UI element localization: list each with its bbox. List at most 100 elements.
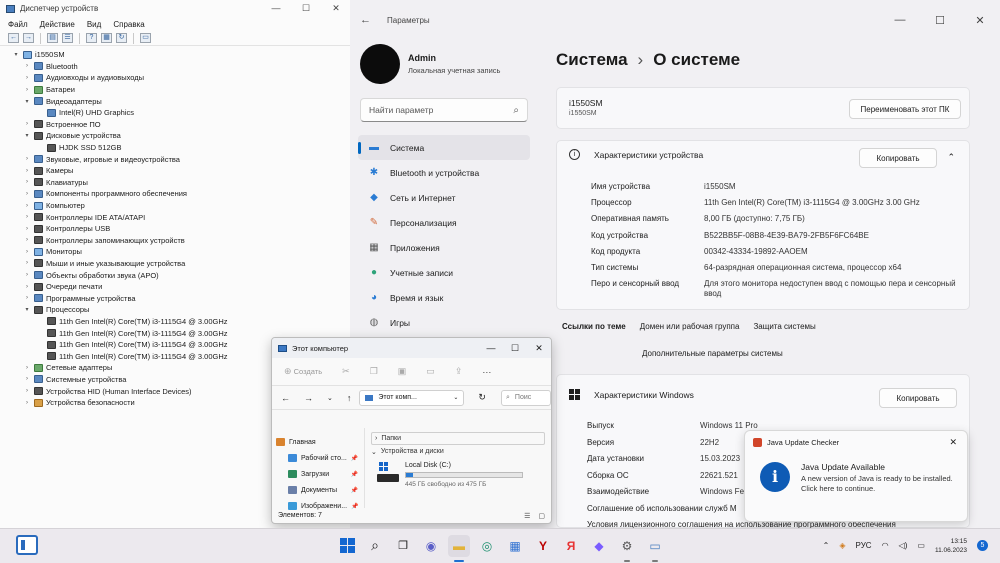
- forward-arrow-icon[interactable]: →: [23, 33, 34, 43]
- nav-item[interactable]: ✱ Bluetooth и устройства: [358, 160, 530, 185]
- device-tree-item[interactable]: ▾ Процессоры: [12, 304, 351, 316]
- minimize-button[interactable]: —: [880, 14, 920, 27]
- device-tree-item[interactable]: ▾ Видеоадаптеры: [12, 95, 351, 107]
- expand-right-icon[interactable]: ›: [23, 295, 31, 301]
- device-list-icon[interactable]: ▦: [101, 33, 112, 43]
- details-view-icon[interactable]: ☰: [524, 512, 530, 520]
- cut-icon[interactable]: ✂: [342, 366, 350, 377]
- nav-item[interactable]: ◕ Время и язык: [358, 285, 530, 310]
- more-options-icon[interactable]: ···: [482, 367, 491, 377]
- chevron-up-icon[interactable]: ⌃: [947, 152, 955, 163]
- edge-browser-icon[interactable]: ◎: [476, 535, 498, 557]
- device-tree-item[interactable]: › Мониторы: [12, 246, 351, 258]
- expand-down-icon[interactable]: ▾: [23, 306, 31, 313]
- close-icon[interactable]: ✕: [949, 437, 957, 448]
- menu-action[interactable]: Действие: [40, 20, 75, 29]
- pin-icon[interactable]: 📌: [351, 455, 358, 462]
- copy-specs-button[interactable]: Копировать: [859, 148, 937, 168]
- expand-right-icon[interactable]: ›: [23, 214, 31, 220]
- windows-specs-header[interactable]: Характеристики Windows: [594, 390, 694, 400]
- expand-right-icon[interactable]: ›: [23, 249, 31, 255]
- sidebar-item[interactable]: Главная: [272, 434, 364, 450]
- device-tree-item[interactable]: 11th Gen Intel(R) Core(TM) i3-1115G4 @ 3…: [12, 316, 351, 328]
- settings-search-input[interactable]: Найти параметр ⌕: [360, 98, 528, 122]
- close-button[interactable]: ✕: [321, 3, 351, 14]
- search-icon[interactable]: ⌕: [364, 535, 386, 557]
- device-specs-header[interactable]: Характеристики устройства: [594, 150, 703, 160]
- refresh-icon[interactable]: ↻: [478, 392, 486, 403]
- widgets-icon[interactable]: [16, 535, 38, 555]
- explorer-search-input[interactable]: ⌕ Поис: [501, 389, 551, 406]
- system-protection-link[interactable]: Защита системы: [753, 322, 815, 331]
- device-tree-item[interactable]: › Объекты обработки звука (APO): [12, 269, 351, 281]
- device-tree-item[interactable]: › Контроллеры USB: [12, 223, 351, 235]
- chevron-down-icon[interactable]: ⌄: [453, 394, 458, 401]
- minimize-button[interactable]: —: [261, 3, 291, 14]
- expand-right-icon[interactable]: ›: [23, 121, 31, 127]
- sidebar-item[interactable]: Загрузки 📌: [272, 466, 364, 482]
- maximize-button[interactable]: ☐: [503, 343, 527, 354]
- device-tree-item[interactable]: HJDK SSD 512GB: [12, 142, 351, 154]
- back-arrow-icon[interactable]: ←: [360, 14, 371, 26]
- language-indicator[interactable]: РУС: [856, 541, 872, 550]
- local-disk-tile[interactable]: Local Disk (C:) 445 ГБ свободно из 475 Г…: [377, 462, 545, 488]
- forward-arrow-icon[interactable]: →: [304, 393, 313, 403]
- meet-chat-icon[interactable]: ◉: [420, 535, 442, 557]
- address-bar[interactable]: Этот комп... ⌄: [359, 389, 465, 406]
- expand-right-icon[interactable]: ›: [23, 272, 31, 278]
- device-tree-item[interactable]: Intel(R) UHD Graphics: [12, 107, 351, 119]
- security-shield-icon[interactable]: ◈: [839, 541, 845, 550]
- expand-right-icon[interactable]: ›: [23, 376, 31, 382]
- battery-icon[interactable]: ▭: [917, 541, 925, 550]
- menu-view[interactable]: Вид: [87, 20, 101, 29]
- expand-right-icon[interactable]: ›: [23, 365, 31, 371]
- pin-icon[interactable]: 📌: [351, 487, 358, 494]
- up-arrow-icon[interactable]: ↑: [347, 393, 352, 403]
- expand-down-icon[interactable]: ▾: [23, 132, 31, 139]
- start-button[interactable]: [336, 535, 358, 557]
- expand-right-icon[interactable]: ›: [23, 179, 31, 185]
- task-view-icon[interactable]: ❐: [392, 535, 414, 557]
- expand-right-icon[interactable]: ›: [23, 203, 31, 209]
- sidebar-item[interactable]: Рабочий сто... 📌: [272, 450, 364, 466]
- device-tree-item[interactable]: › Компоненты программного обеспечения: [12, 188, 351, 200]
- refresh-scan-icon[interactable]: ↻: [116, 33, 127, 43]
- yandex-browser-icon[interactable]: Я: [560, 535, 582, 557]
- expand-right-icon[interactable]: ›: [23, 75, 31, 81]
- tiles-view-icon[interactable]: ▢: [538, 512, 545, 520]
- chevron-up-icon[interactable]: ⌃: [823, 541, 830, 550]
- maximize-button[interactable]: ☐: [291, 3, 321, 14]
- close-button[interactable]: ✕: [960, 14, 1000, 27]
- menu-help[interactable]: Справка: [113, 20, 144, 29]
- device-tree-item[interactable]: ▾ Дисковые устройства: [12, 130, 351, 142]
- device-tree-item[interactable]: › Программные устройства: [12, 292, 351, 304]
- expand-right-icon[interactable]: ›: [23, 226, 31, 232]
- nav-item[interactable]: ▬ Система: [358, 135, 530, 160]
- device-tree-item[interactable]: › Очереди печати: [12, 281, 351, 293]
- yandex-icon[interactable]: Y: [532, 535, 554, 557]
- device-tree-item[interactable]: › Батареи: [12, 84, 351, 96]
- expand-right-icon[interactable]: ›: [23, 168, 31, 174]
- device-manager-icon[interactable]: ▭: [644, 535, 666, 562]
- rename-pc-button[interactable]: Переименовать этот ПК: [849, 99, 961, 119]
- domain-workgroup-link[interactable]: Домен или рабочая группа: [640, 322, 740, 331]
- expand-right-icon[interactable]: ›: [23, 388, 31, 394]
- rename-icon[interactable]: ▭: [426, 366, 435, 377]
- device-tree-item[interactable]: ▾ i1550SM: [12, 49, 351, 61]
- device-tree-item[interactable]: › Мыши и иные указывающие устройства: [12, 258, 351, 270]
- store-icon[interactable]: ▦: [504, 535, 526, 557]
- copy-windows-specs-button[interactable]: Копировать: [879, 388, 957, 408]
- expand-right-icon[interactable]: ›: [23, 191, 31, 197]
- nav-item[interactable]: ✎ Персонализация: [358, 210, 530, 235]
- device-tree-item[interactable]: › Контроллеры IDE ATA/ATAPI: [12, 211, 351, 223]
- expand-down-icon[interactable]: ▾: [12, 51, 20, 58]
- user-profile[interactable]: Admin Локальная учетная запись: [360, 44, 500, 84]
- alice-icon[interactable]: ◆: [588, 535, 610, 557]
- nav-item[interactable]: ◆ Сеть и Интернет: [358, 185, 530, 210]
- back-arrow-icon[interactable]: ←: [281, 393, 290, 403]
- share-icon[interactable]: ⇪: [455, 366, 463, 377]
- pin-icon[interactable]: 📌: [351, 471, 358, 478]
- settings-gear-icon[interactable]: ⚙: [616, 535, 638, 562]
- breadcrumb-parent[interactable]: Система: [556, 50, 628, 70]
- device-tree-item[interactable]: › Аудиовходы и аудиовыходы: [12, 72, 351, 84]
